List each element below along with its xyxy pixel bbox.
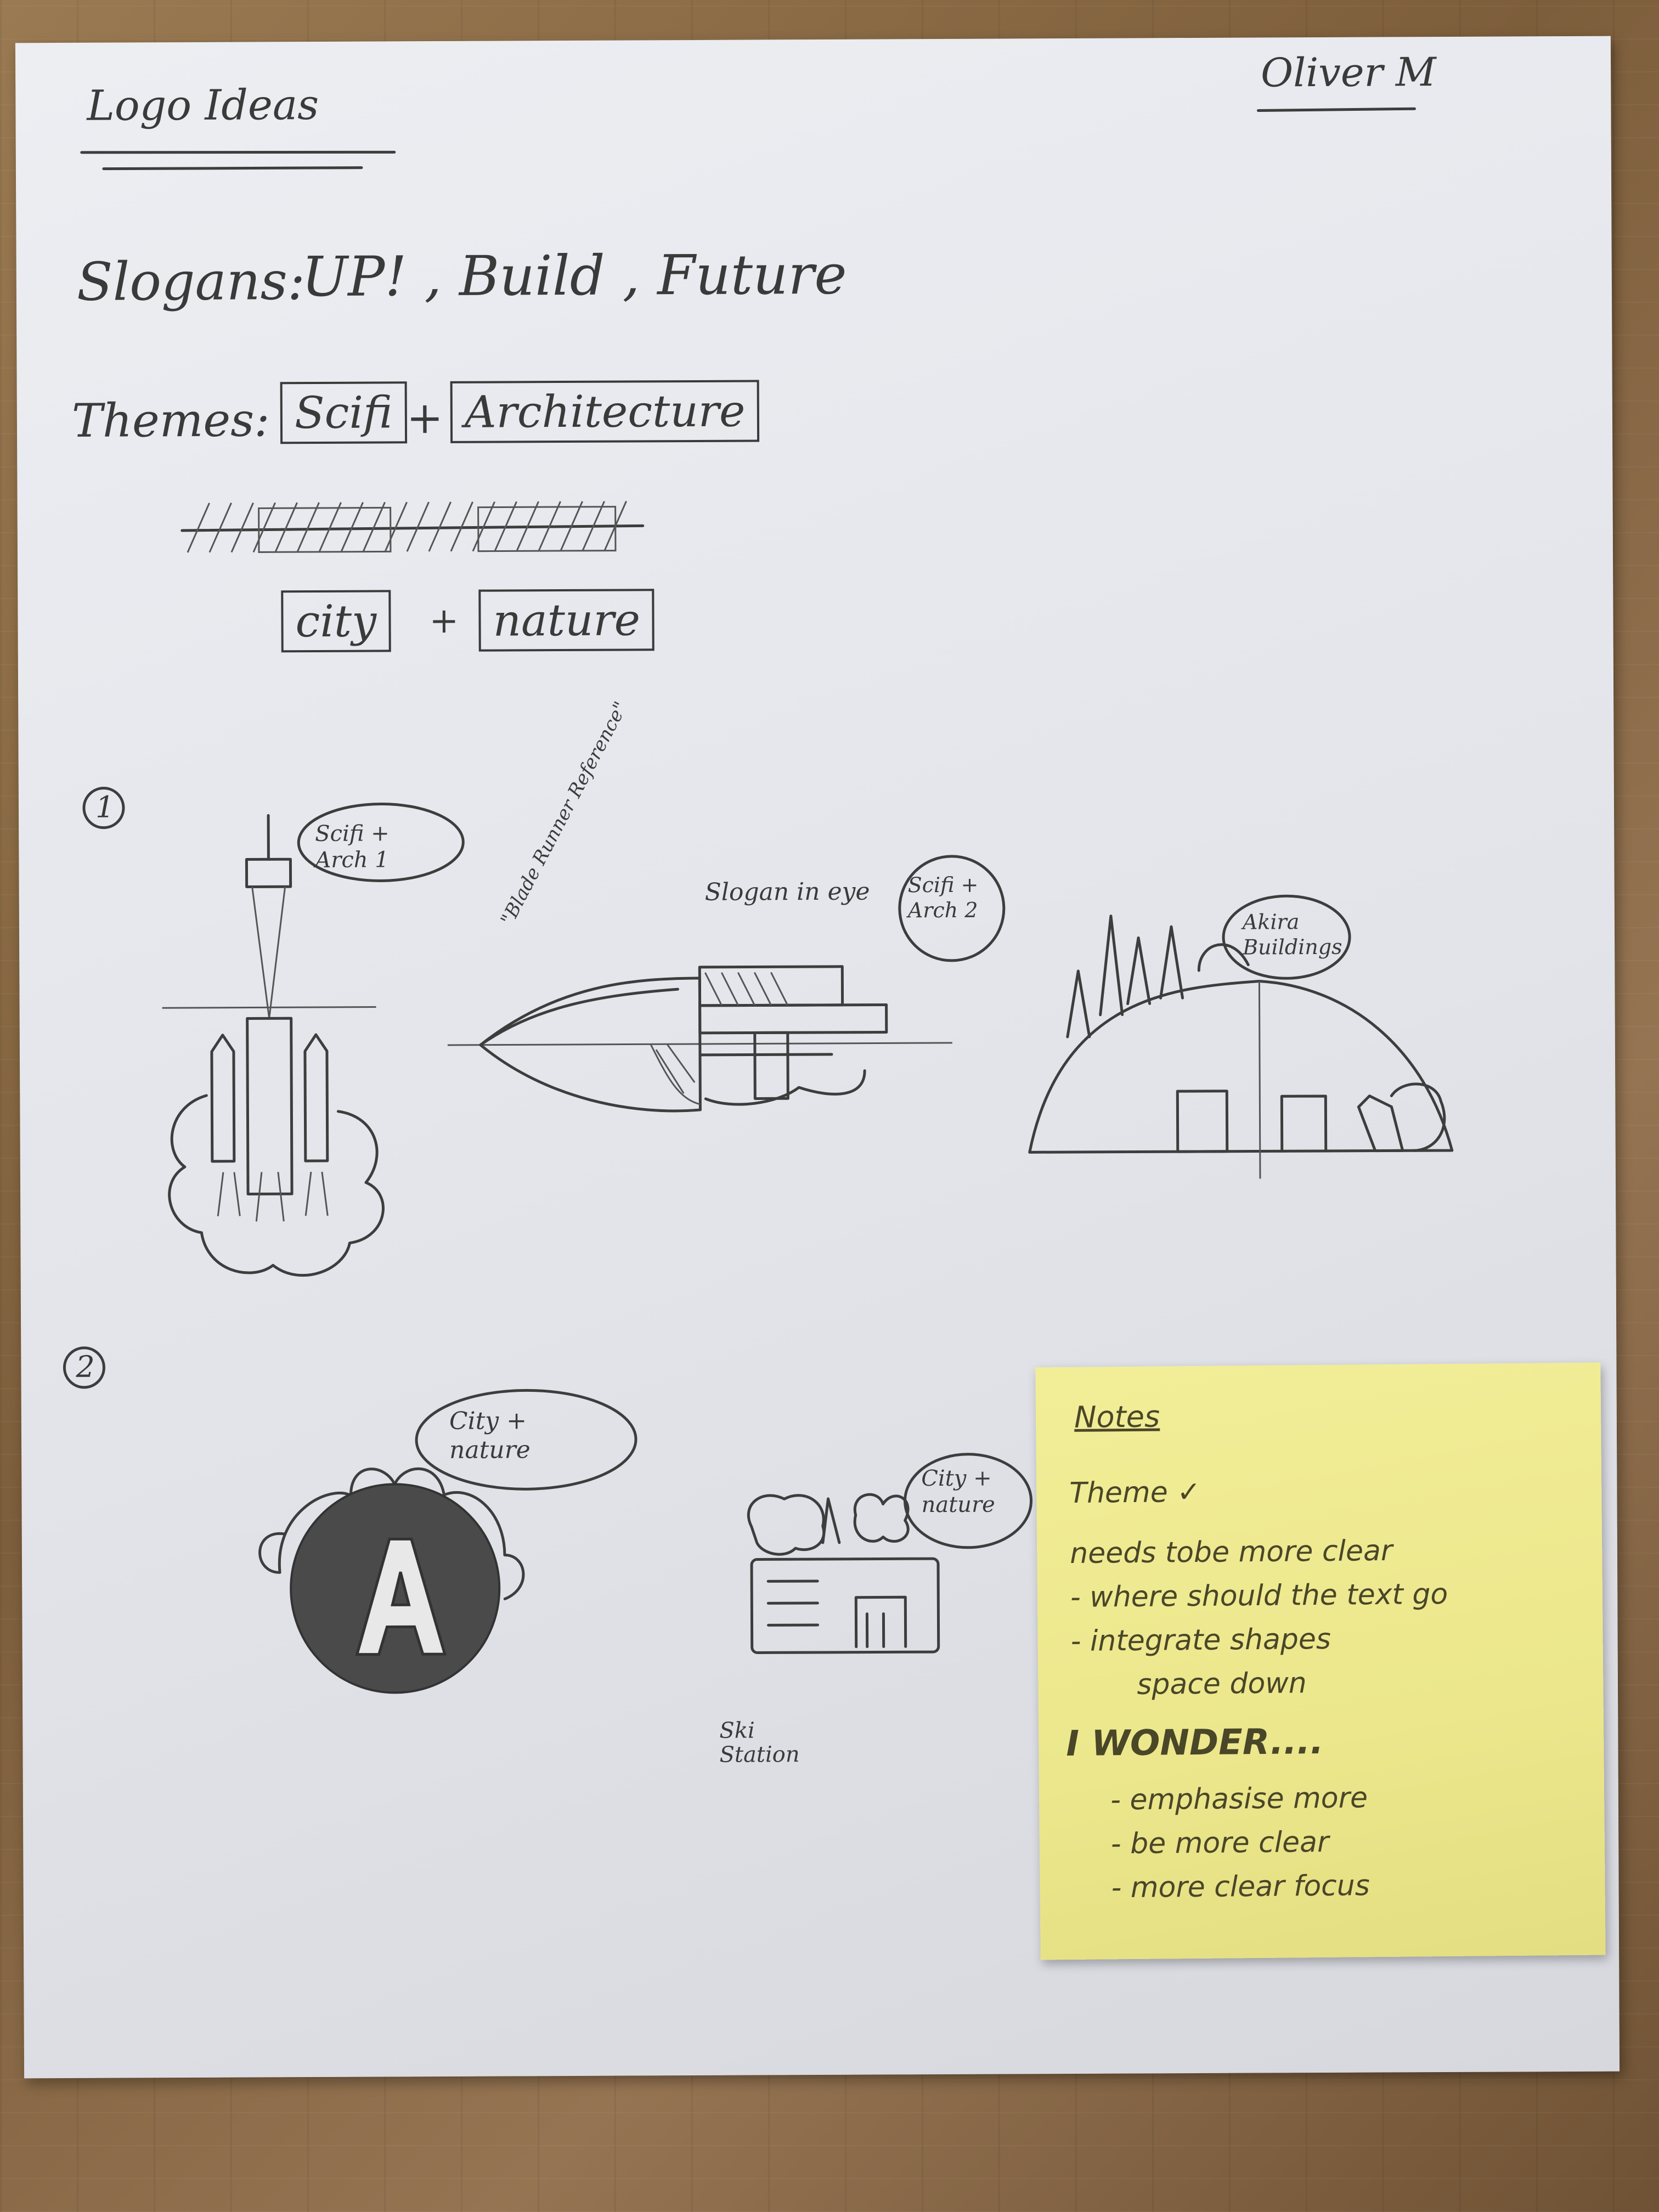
themes-label: Themes: [71, 393, 270, 448]
circle-bubble-text: City + nature [449, 1407, 531, 1464]
ship-slogan-note: Slogan in eye [704, 877, 870, 906]
sticky-note-line: - be more clear [1110, 1825, 1329, 1861]
dome-bubble-text: Akira Buildings [1242, 910, 1342, 960]
planter-bubble-text: City + nature [921, 1465, 995, 1518]
author-underline [1256, 107, 1416, 112]
planter-caption: Ski Station [719, 1718, 800, 1768]
section-2-marker: 2 [76, 1349, 95, 1384]
ship-bubble-text: Scifi + Arch 2 [907, 872, 979, 922]
author-name: Oliver M [1260, 49, 1436, 96]
theme-box-nature: nature [478, 589, 655, 652]
sticky-note-title: Notes [1074, 1399, 1160, 1435]
theme-plus-1: + [406, 392, 444, 444]
sticky-note-line: needs tobe more clear [1070, 1534, 1393, 1570]
theme-box-city: city [281, 590, 391, 653]
crossed-out-scribble [180, 500, 645, 553]
title-underline [80, 150, 396, 171]
theme-plus-2: + [429, 600, 459, 642]
rocket-bubble-text: Scifi + Arch 1 [315, 821, 390, 873]
page-title: Logo Ideas [87, 80, 319, 130]
sticky-note: Notes Theme ✓ needs tobe more clear - wh… [1035, 1362, 1606, 1960]
theme-box-scifi: Scifi [280, 381, 407, 444]
slogans-text: UP! , Build , Future [301, 242, 847, 309]
section-1-marker: 1 [95, 789, 115, 825]
ship-reference-note: "Blade Runner Reference" [496, 698, 632, 929]
sticky-note-line: I WONDER.... [1065, 1721, 1324, 1765]
sticky-note-line: - more clear focus [1111, 1869, 1370, 1905]
theme-box-architecture: Architecture [450, 380, 760, 443]
sticky-note-line: - emphasise more [1110, 1781, 1368, 1817]
slogans-label: Slogans: [76, 250, 306, 313]
sticky-note-line: - integrate shapes [1070, 1622, 1331, 1658]
sticky-note-line: space down [1137, 1667, 1307, 1701]
sticky-note-line: Theme ✓ [1069, 1475, 1201, 1510]
sticky-note-line: - where should the text go [1070, 1577, 1448, 1614]
